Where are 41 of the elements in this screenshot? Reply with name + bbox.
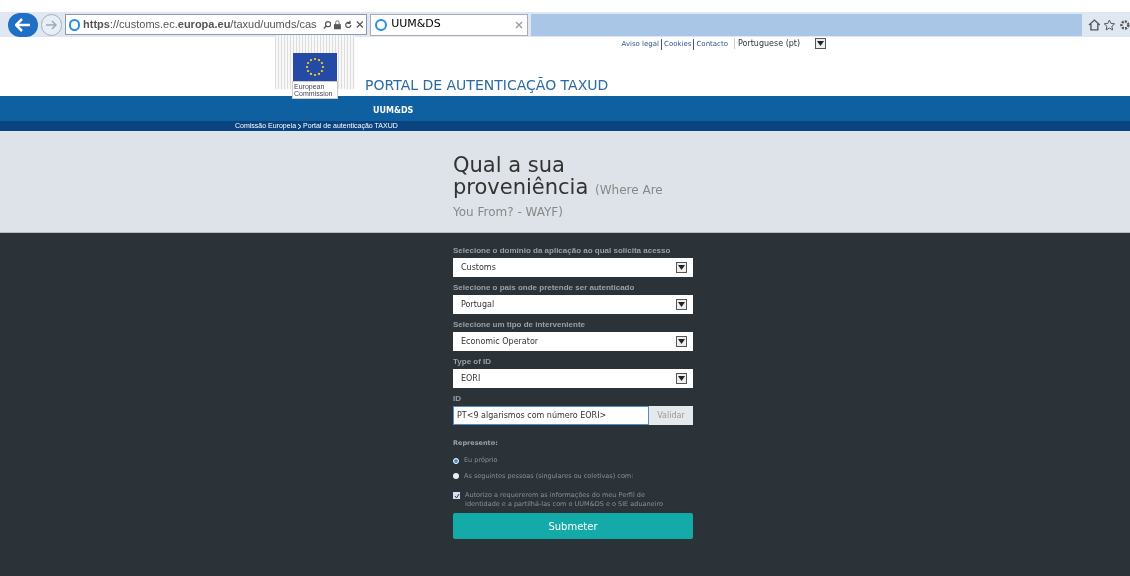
settings-icon[interactable] <box>1119 18 1130 31</box>
dropdown-field[interactable]: Customs <box>453 258 693 277</box>
chevron-icon <box>298 123 302 129</box>
id-input-field[interactable]: PT<9 algarismos com número EORI> <box>453 406 649 425</box>
dropdown-arrow-icon <box>815 38 826 49</box>
address-bar[interactable]: https://customs.ec.europa.eu/taxud/uumds/cas <box>65 14 368 35</box>
arrow-right-icon <box>45 19 58 30</box>
field-label: Selecione o país onde pretende ser autenticado <box>453 283 636 292</box>
arrow-left-icon <box>14 17 31 32</box>
search-icon[interactable] <box>322 19 332 30</box>
field-label: Selecione um tipo de interveniente <box>453 320 587 329</box>
browser-logo-icon <box>375 18 388 31</box>
tab-title: UUM&DS <box>391 16 441 33</box>
language-select[interactable]: Portuguese (pt) <box>734 38 826 49</box>
close-icon[interactable] <box>514 20 523 29</box>
page-title: Qual a sua proveniência (Where Are You From? - WAYF) <box>453 154 664 220</box>
field-label: ID <box>453 394 462 403</box>
dropdown-field[interactable]: Portugal <box>453 295 693 314</box>
radio-button[interactable] <box>453 457 459 464</box>
lock-icon <box>334 19 341 30</box>
refresh-icon[interactable] <box>343 19 353 30</box>
close-icon[interactable] <box>355 20 364 29</box>
stars-icon <box>305 57 325 77</box>
radio-button[interactable] <box>453 473 459 480</box>
portal-subtitle: UUM&DS <box>373 106 414 115</box>
home-icon[interactable] <box>1087 18 1101 31</box>
dropdown-arrow-icon <box>676 373 687 384</box>
field-label: Type of ID <box>453 357 493 366</box>
dropdown-field[interactable]: Economic Operator <box>453 332 693 351</box>
browser-tab[interactable]: UUM&DS <box>370 13 528 36</box>
url-text: https://customs.ec.europa.eu/taxud/uumds/cas <box>83 17 317 33</box>
dropdown-arrow-icon <box>676 336 687 347</box>
portal-title: PORTAL DE AUTENTICAÇÃO TAXUD <box>365 77 609 93</box>
dropdown-arrow-icon <box>676 299 687 310</box>
browser-logo-icon <box>69 18 81 31</box>
checkbox[interactable] <box>453 492 460 500</box>
dropdown-arrow-icon <box>676 262 687 273</box>
back-button[interactable] <box>8 12 38 37</box>
star-icon[interactable] <box>1103 18 1117 31</box>
dropdown-field[interactable]: EORI <box>453 369 693 388</box>
field-label: Selecione o domínio da aplicação ao qual solicita acesso <box>453 246 672 255</box>
